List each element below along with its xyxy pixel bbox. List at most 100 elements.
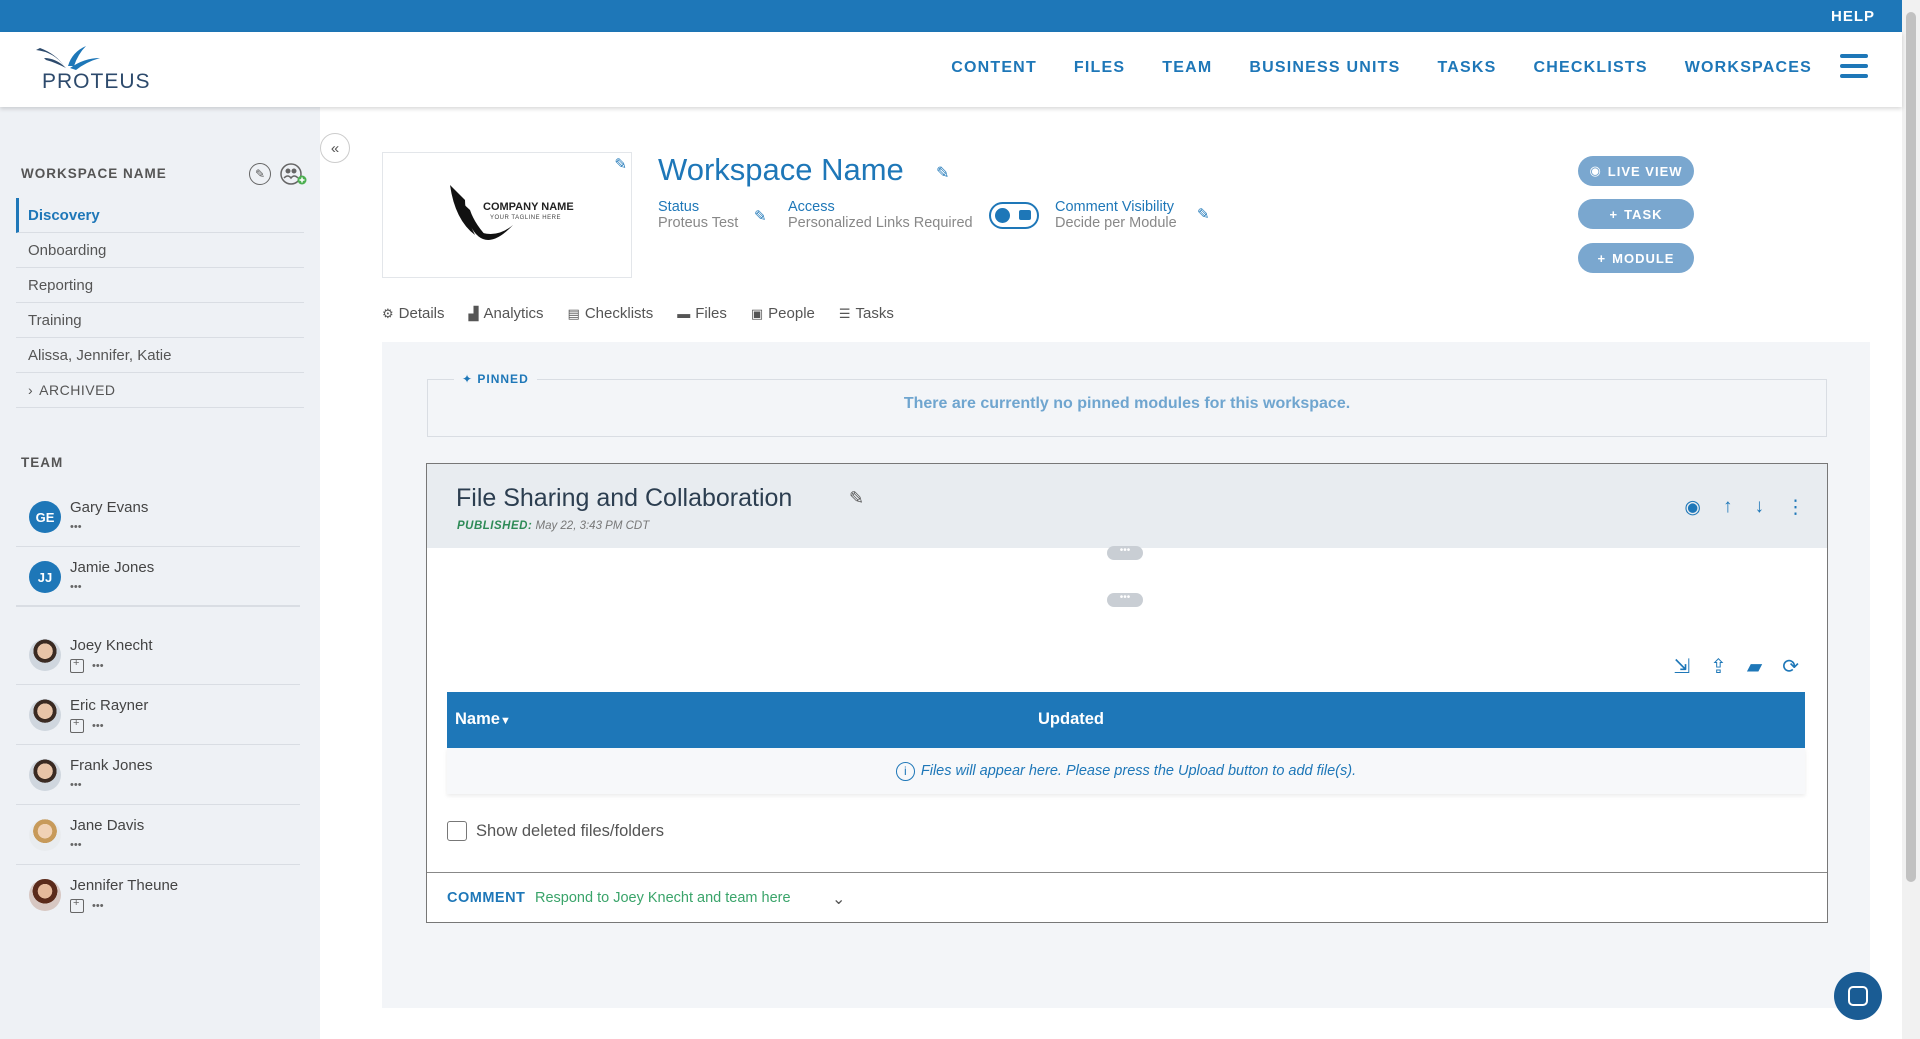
team-member[interactable]: GE Gary Evans •••	[16, 487, 300, 547]
calendar-add-icon[interactable]	[70, 657, 84, 673]
page-scrollbar[interactable]	[1902, 0, 1920, 1039]
access-value: Personalized Links Required	[788, 215, 973, 231]
access-label: Access	[788, 199, 835, 215]
analytics-icon: ▟	[468, 305, 479, 321]
member-name: Eric Rayner	[70, 697, 149, 714]
avatar	[29, 759, 61, 791]
live-view-button[interactable]: ◉ LIVE VIEW	[1578, 156, 1694, 186]
section-handle[interactable]: •••	[1107, 546, 1143, 560]
team-member[interactable]: Jane Davis •••	[16, 805, 300, 865]
sidebar-item-reporting[interactable]: Reporting	[16, 268, 304, 303]
help-link[interactable]: HELP	[1831, 8, 1875, 25]
workspace-logo: ✎ COMPANY NAME YOUR TAGLINE HERE	[382, 152, 632, 278]
edit-status-icon[interactable]: ✎	[754, 207, 767, 225]
archived-label: ARCHIVED	[39, 382, 116, 398]
hamburger-menu-icon[interactable]	[1840, 54, 1868, 78]
pinned-label: ✦ PINNED	[454, 372, 537, 386]
lock-icon	[1019, 210, 1031, 220]
arrow-down-icon[interactable]: ↓	[1755, 496, 1765, 519]
more-options-icon[interactable]: •••	[70, 521, 82, 533]
sidebar-item-onboarding[interactable]: Onboarding	[16, 233, 304, 268]
chat-launcher-button[interactable]	[1834, 972, 1882, 1020]
edit-logo-icon[interactable]: ✎	[614, 155, 627, 173]
sidebar-item-alissa-jennifer-katie[interactable]: Alissa, Jennifer, Katie	[16, 338, 304, 373]
show-deleted-checkbox[interactable]	[447, 821, 467, 841]
more-options-icon[interactable]: •••	[92, 900, 104, 912]
kebab-menu-icon[interactable]: ⋮	[1786, 496, 1805, 519]
arrow-up-icon[interactable]: ↑	[1723, 496, 1733, 519]
nav-business-units[interactable]: BUSINESS UNITS	[1249, 59, 1400, 77]
nav-checklists[interactable]: CHECKLISTS	[1534, 59, 1648, 77]
edit-pencil-icon[interactable]: ✎	[249, 163, 271, 185]
add-task-button[interactable]: + TASK	[1578, 199, 1694, 229]
nav-workspaces[interactable]: WORKSPACES	[1685, 59, 1812, 77]
show-deleted-label: Show deleted files/folders	[476, 821, 665, 840]
info-icon: i	[895, 761, 915, 781]
tab-people[interactable]: ▣ People	[751, 305, 815, 322]
add-module-button[interactable]: + MODULE	[1578, 243, 1694, 273]
module-list: Discovery Onboarding Reporting Training …	[16, 198, 304, 408]
calendar-add-icon[interactable]	[70, 897, 84, 913]
member-name: Jamie Jones	[70, 559, 155, 576]
tab-details[interactable]: ⚙ Details	[382, 305, 445, 322]
name-column-header[interactable]: Name▼	[455, 710, 511, 729]
section-handle[interactable]: •••	[1107, 593, 1143, 607]
module-title: File Sharing and Collaboration	[456, 484, 793, 512]
more-options-icon[interactable]: •••	[92, 720, 104, 732]
sidebar-item-discovery[interactable]: Discovery	[16, 198, 304, 233]
add-people-icon[interactable]	[280, 162, 308, 186]
comment-prompt[interactable]: Respond to Joey Knecht and team here	[535, 890, 791, 906]
main-nav: CONTENT FILES TEAM BUSINESS UNITS TASKS …	[951, 59, 1812, 77]
nav-content[interactable]: CONTENT	[951, 59, 1037, 77]
double-chevron-left-icon: «	[330, 139, 340, 157]
proteus-logo[interactable]: PROTEUS	[34, 44, 150, 96]
tab-checklists[interactable]: ▤ Checklists	[568, 305, 654, 322]
comment-bar[interactable]: COMMENT Respond to Joey Knecht and team …	[427, 872, 1827, 923]
team-member[interactable]: Jennifer Theune •••	[16, 865, 300, 925]
plus-icon: +	[1609, 206, 1619, 222]
refresh-icon[interactable]: ⟳	[1782, 654, 1799, 679]
access-lock-toggle[interactable]	[989, 202, 1039, 229]
updated-column-header[interactable]: Updated	[1038, 710, 1104, 729]
nav-files[interactable]: FILES	[1074, 59, 1125, 77]
eye-icon: ◉	[1589, 163, 1602, 178]
plus-icon: +	[1597, 250, 1607, 266]
edit-comment-visibility-icon[interactable]: ✎	[1197, 205, 1210, 223]
status-field: Status Proteus Test	[658, 199, 738, 231]
tab-analytics[interactable]: ▟ Analytics	[469, 305, 544, 322]
show-deleted-toggle[interactable]: Show deleted files/folders	[447, 821, 664, 841]
collapse-sidebar-button[interactable]: «	[320, 133, 350, 163]
nav-tasks[interactable]: TASKS	[1437, 59, 1496, 77]
sidebar-item-archived[interactable]: › ARCHIVED	[16, 373, 304, 408]
more-options-icon[interactable]: •••	[70, 839, 82, 851]
tab-files[interactable]: ▬ Files	[677, 305, 727, 322]
team-member[interactable]: JJ Jamie Jones •••	[16, 547, 300, 607]
scrollbar-thumb[interactable]	[1906, 12, 1916, 882]
company-tagline: YOUR TAGLINE HERE	[490, 215, 561, 221]
team-member[interactable]: Frank Jones •••	[16, 745, 300, 805]
more-options-icon[interactable]: •••	[92, 660, 104, 672]
workspace-tabs: ⚙ Details ▟ Analytics ▤ Checklists ▬ Files ▣…	[382, 305, 894, 322]
calendar-add-icon[interactable]	[70, 717, 84, 733]
comment-visibility-label: Comment Visibility	[1055, 199, 1174, 215]
eye-icon[interactable]: ◉	[1684, 496, 1701, 519]
chevron-down-icon[interactable]: ⌄	[832, 889, 845, 909]
import-file-icon[interactable]: ⇲	[1673, 654, 1690, 679]
tab-tasks[interactable]: ☰ Tasks	[839, 305, 894, 322]
workspace-sidebar: WORKSPACE NAME ✎ Discovery Onboarding Re…	[0, 107, 320, 1039]
chevron-right-icon: ›	[28, 382, 34, 398]
nav-team[interactable]: TEAM	[1162, 59, 1212, 77]
workspace-name-heading: WORKSPACE NAME	[21, 166, 167, 181]
team-member[interactable]: Eric Rayner •••	[16, 685, 300, 745]
more-options-icon[interactable]: •••	[70, 581, 82, 593]
more-options-icon[interactable]: •••	[70, 779, 82, 791]
table-header: Name▼ Updated	[447, 692, 1805, 748]
add-folder-icon[interactable]: ▰	[1747, 654, 1762, 679]
upload-icon[interactable]: ⇪	[1710, 654, 1727, 679]
status-label: Status	[658, 199, 700, 215]
sidebar-item-training[interactable]: Training	[16, 303, 304, 338]
edit-title-icon[interactable]: ✎	[936, 163, 949, 183]
team-member[interactable]: Joey Knecht •••	[16, 625, 300, 685]
edit-module-icon[interactable]: ✎	[849, 488, 864, 509]
member-name: Joey Knecht	[70, 637, 153, 654]
